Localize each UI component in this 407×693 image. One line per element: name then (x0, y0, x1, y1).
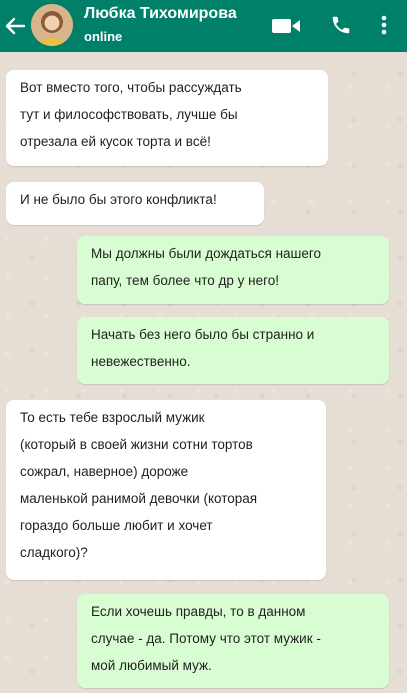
arrow-left-icon[interactable] (2, 14, 28, 38)
message-bubble-outgoing[interactable]: Мы должны были дождаться нашего папу, те… (77, 236, 389, 304)
avatar[interactable] (31, 4, 73, 46)
message-bubble-incoming[interactable]: И не было бы этого конфликта! (6, 182, 264, 225)
phone-icon[interactable] (330, 13, 352, 37)
contact-name[interactable]: Любка Тихомирова (84, 5, 237, 23)
message-bubble-outgoing[interactable]: Начать без него было бы странно и невеже… (77, 317, 389, 384)
message-bubble-incoming[interactable]: Вот вместо того, чтобы рассуждать тут и … (6, 70, 328, 166)
video-camera-icon[interactable] (271, 15, 301, 37)
contact-status: online (84, 29, 123, 44)
more-vertical-icon[interactable] (378, 13, 390, 37)
message-bubble-outgoing[interactable]: Если хочешь правды, то в данном случае -… (77, 594, 389, 688)
chat-header: Любка Тихомирова online (0, 0, 407, 52)
message-bubble-incoming[interactable]: То есть тебе взрослый мужик (который в с… (6, 400, 326, 580)
